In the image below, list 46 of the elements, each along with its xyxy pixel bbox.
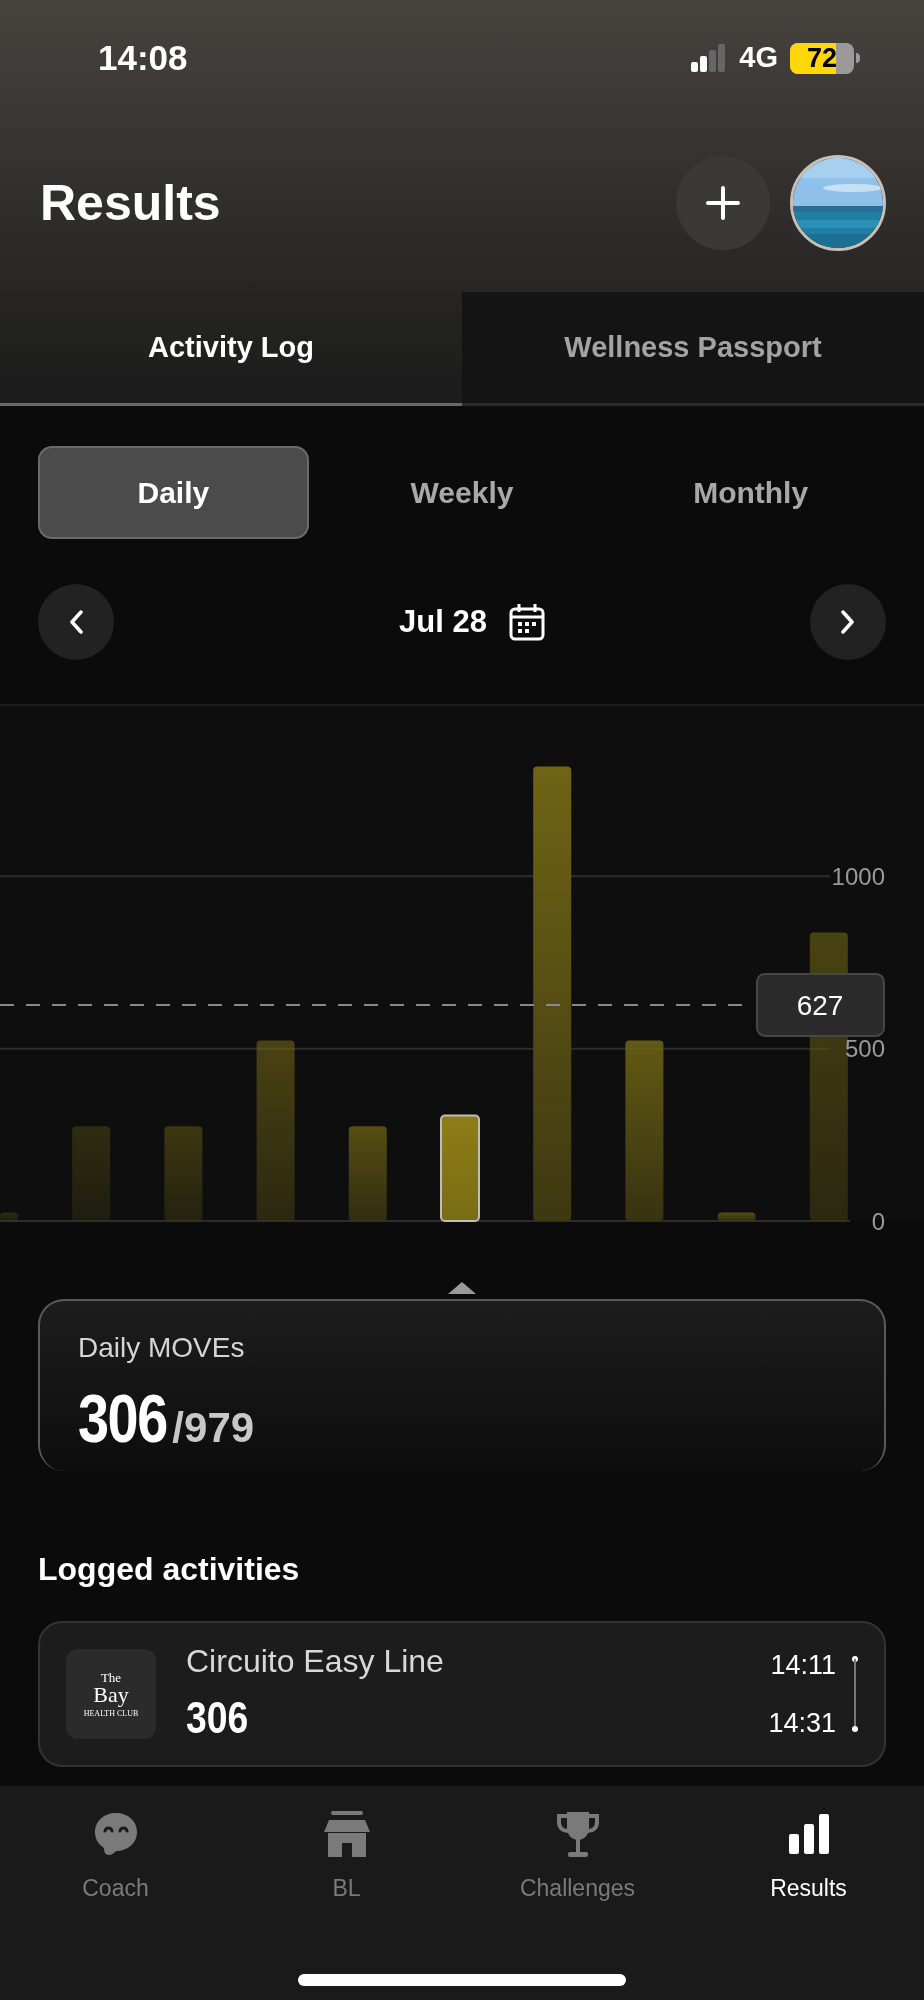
signal-icon [691,44,728,72]
summary-label: Daily MOVEs [78,1331,246,1365]
nav-item[interactable]: Challenges [462,1809,693,1906]
period-tab[interactable]: Daily [38,446,309,539]
date-label[interactable]: Jul 28 [399,598,487,646]
plus-icon [706,186,740,220]
chevron-right-icon [841,610,855,634]
bar[interactable] [0,1212,18,1221]
bar[interactable] [164,1126,203,1221]
trophy-icon [555,1810,600,1858]
average-label: 627 [756,972,885,1037]
start-time: 14:11 [770,1648,836,1682]
store-icon [322,1811,371,1857]
nav-item[interactable]: BL [231,1809,462,1906]
period-tab[interactable]: Monthly [615,446,886,539]
axis-label: 0 [871,1207,885,1235]
ref-line-label: 627 [796,989,844,1021]
timeline-icon [852,1656,858,1732]
network-label: 4G [739,40,778,76]
section-title: Logged activities [37,1550,301,1589]
bar[interactable] [440,1114,480,1222]
moves-value: 306 [78,1379,167,1458]
moves-goal: /979 [172,1403,255,1453]
bar[interactable] [717,1212,756,1221]
tab[interactable]: Wellness Passport [462,292,924,406]
period-tab[interactable]: Weekly [326,446,598,539]
pointer-icon [448,1282,476,1294]
activity-card[interactable]: The Bay HEALTH CLUB Circuito Easy Line 306 14:11 14:31 [38,1621,886,1767]
activity-name: Circuito Easy Line [186,1642,445,1681]
bar[interactable] [533,766,572,1221]
bar[interactable] [625,1040,664,1221]
calendar-icon[interactable] [508,603,545,641]
activity-moves: 306 [186,1692,250,1744]
bar[interactable] [348,1126,387,1221]
axis-label: 500 [844,1035,885,1063]
club-logo: The Bay HEALTH CLUB [66,1649,156,1739]
nav-item[interactable]: Results [693,1809,924,1906]
axis-label: 1000 [831,862,885,890]
status-time: 14:08 [98,36,188,79]
bar-chart-icon [788,1814,829,1854]
nav-item[interactable]: Coach [0,1809,231,1906]
battery-indicator: 72 [790,42,860,74]
end-time: 14:31 [768,1707,836,1740]
chevron-left-icon [69,610,83,634]
page-title: Results [40,173,221,233]
bar[interactable] [256,1040,295,1221]
